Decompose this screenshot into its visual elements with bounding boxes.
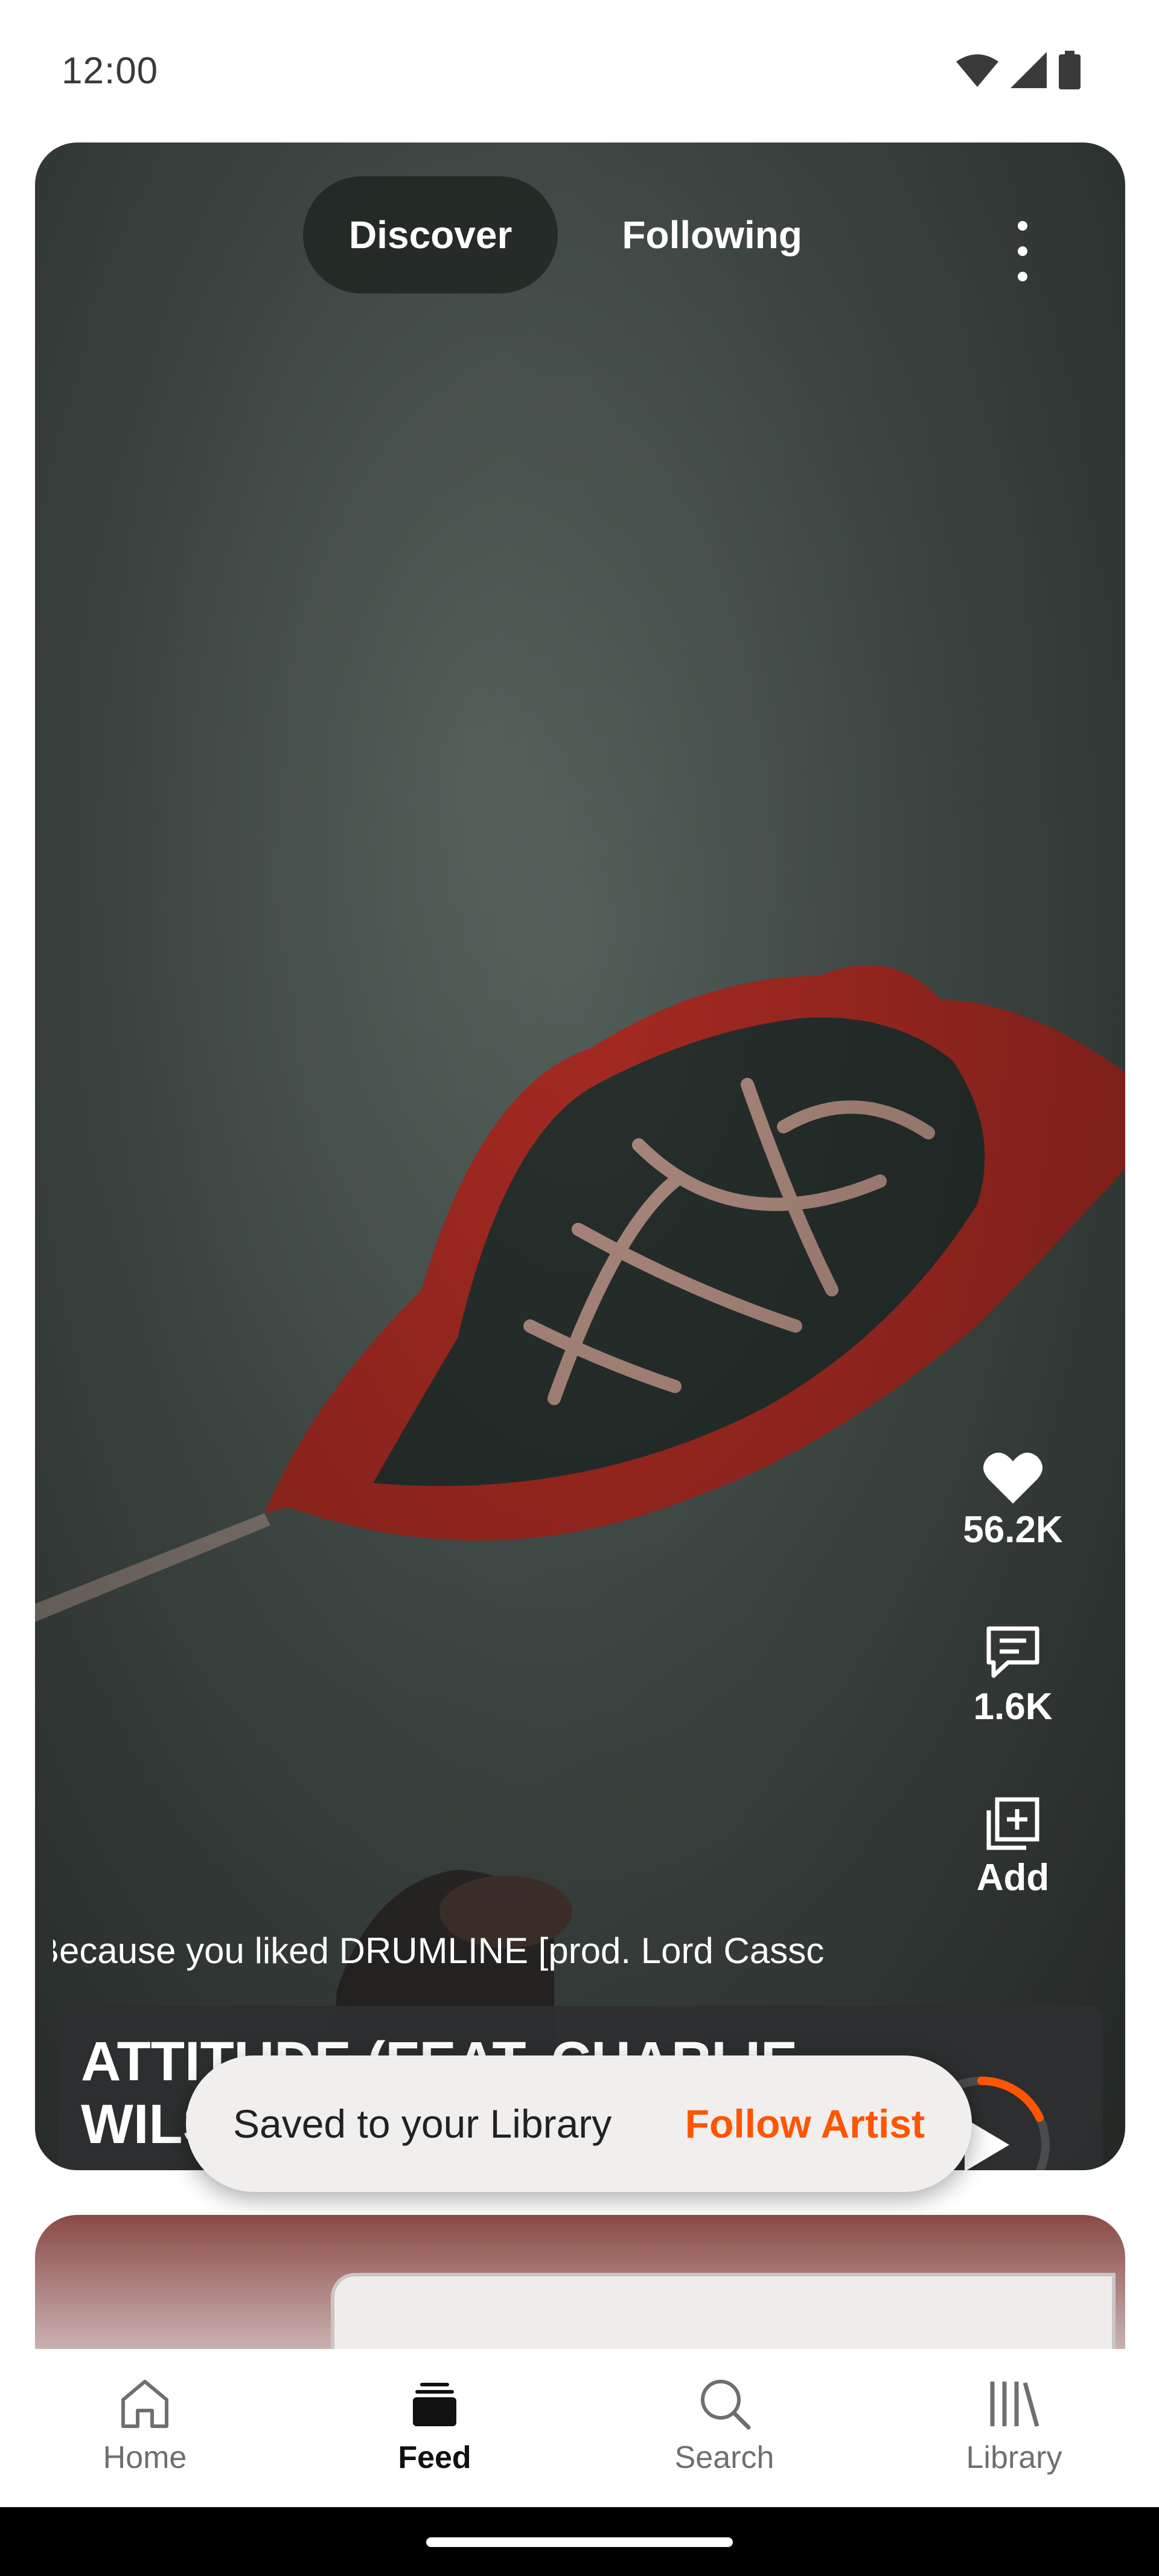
snackbar: Saved to your Library Follow Artist [186,2055,972,2192]
comment-button[interactable]: 1.6K [973,1624,1053,1728]
recommendation-reason: Because you liked DRUMLINE [prod. Lord C… [53,1930,825,1971]
status-time: 12:00 [62,50,159,92]
wifi-icon [956,54,998,87]
feed-card[interactable]: Discover Following 56.2K 1.6K Add Becaus… [35,143,1125,2170]
add-to-playlist-button[interactable]: Add [976,1795,1050,1899]
snackbar-message: Saved to your Library [233,2101,612,2146]
follow-artist-button[interactable]: Follow Artist [685,2101,925,2147]
like-button[interactable]: 56.2K [963,1450,1063,1551]
bottom-nav: Home Feed Search Library [0,2349,1159,2507]
nav-library[interactable]: Library [869,2349,1159,2507]
nav-home[interactable]: Home [0,2349,290,2507]
like-count: 56.2K [963,1509,1063,1551]
signal-icon [1011,52,1047,88]
nav-feed-label: Feed [398,2440,471,2475]
status-bar: 12:00 [0,0,1159,139]
nav-library-label: Library [966,2440,1062,2475]
search-icon [701,2380,751,2430]
feed-icon [413,2383,456,2426]
status-icons [956,51,1081,89]
system-nav-bar [0,2507,1159,2576]
nav-feed[interactable]: Feed [290,2349,580,2507]
nav-search[interactable]: Search [580,2349,869,2507]
home-icon [121,2380,168,2428]
heart-icon [983,1452,1042,1504]
more-options-icon[interactable] [1011,221,1035,281]
add-label: Add [976,1857,1050,1898]
battery-icon [1059,51,1081,89]
nav-home-label: Home [103,2440,187,2475]
home-gesture-handle[interactable] [426,2537,733,2547]
add-playlist-icon [986,1797,1039,1850]
comment-count: 1.6K [973,1686,1053,1728]
tab-discover[interactable]: Discover [303,176,558,293]
feed-tabs: Discover Following [303,176,848,293]
nav-search-label: Search [674,2440,774,2475]
side-actions: 56.2K 1.6K Add [928,1450,1097,1899]
library-icon [990,2382,1039,2427]
tab-following[interactable]: Following [576,176,848,293]
comment-icon [986,1626,1039,1678]
